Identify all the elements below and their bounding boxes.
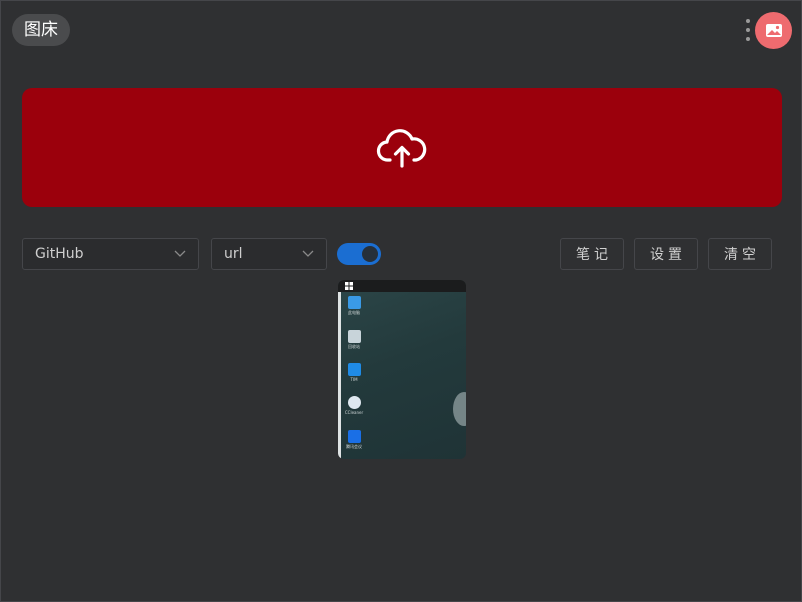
app-window: 图床 GitHub url 笔记 设置 清空 此电脑 回收站 TIM CClea… [0, 0, 802, 602]
thumbnail-decoration [453, 392, 466, 426]
avatar[interactable] [755, 12, 792, 49]
notes-button[interactable]: 笔记 [560, 238, 624, 270]
repo-select-value: GitHub [35, 246, 84, 262]
upload-dropzone[interactable] [22, 88, 782, 207]
desktop-icon-this-pc: 此电脑 [344, 296, 364, 315]
desktop-icon-ccleaner: CCleaner [344, 396, 364, 415]
format-toggle[interactable] [337, 243, 381, 265]
toggle-knob [362, 246, 378, 262]
clear-button[interactable]: 清空 [708, 238, 772, 270]
thumbnail-sidebar [338, 292, 341, 459]
meeting-icon [347, 430, 361, 443]
desktop-icon-tim: TIM [344, 363, 364, 382]
more-vertical-icon[interactable] [741, 19, 755, 41]
app-title-badge[interactable]: 图床 [12, 14, 70, 46]
desktop-icon-meeting: 腾讯会议 [344, 430, 364, 449]
computer-icon [347, 296, 361, 309]
repo-select[interactable]: GitHub [22, 238, 199, 270]
chevron-down-icon [174, 250, 186, 257]
windows-logo-icon [345, 282, 353, 290]
recycle-bin-icon [347, 330, 361, 343]
chevron-down-icon [302, 250, 314, 257]
cloud-upload-icon [376, 128, 427, 168]
thumbnail-taskbar [338, 280, 466, 292]
uploaded-image-thumbnail[interactable]: 此电脑 回收站 TIM CCleaner 腾讯会议 [338, 280, 466, 459]
settings-button[interactable]: 设置 [634, 238, 698, 270]
ccleaner-icon [347, 396, 361, 409]
image-icon [765, 24, 782, 37]
link-format-select[interactable]: url [211, 238, 327, 270]
link-format-value: url [224, 246, 243, 262]
desktop-icon-recycle-bin: 回收站 [344, 330, 364, 349]
tim-icon [347, 363, 361, 376]
